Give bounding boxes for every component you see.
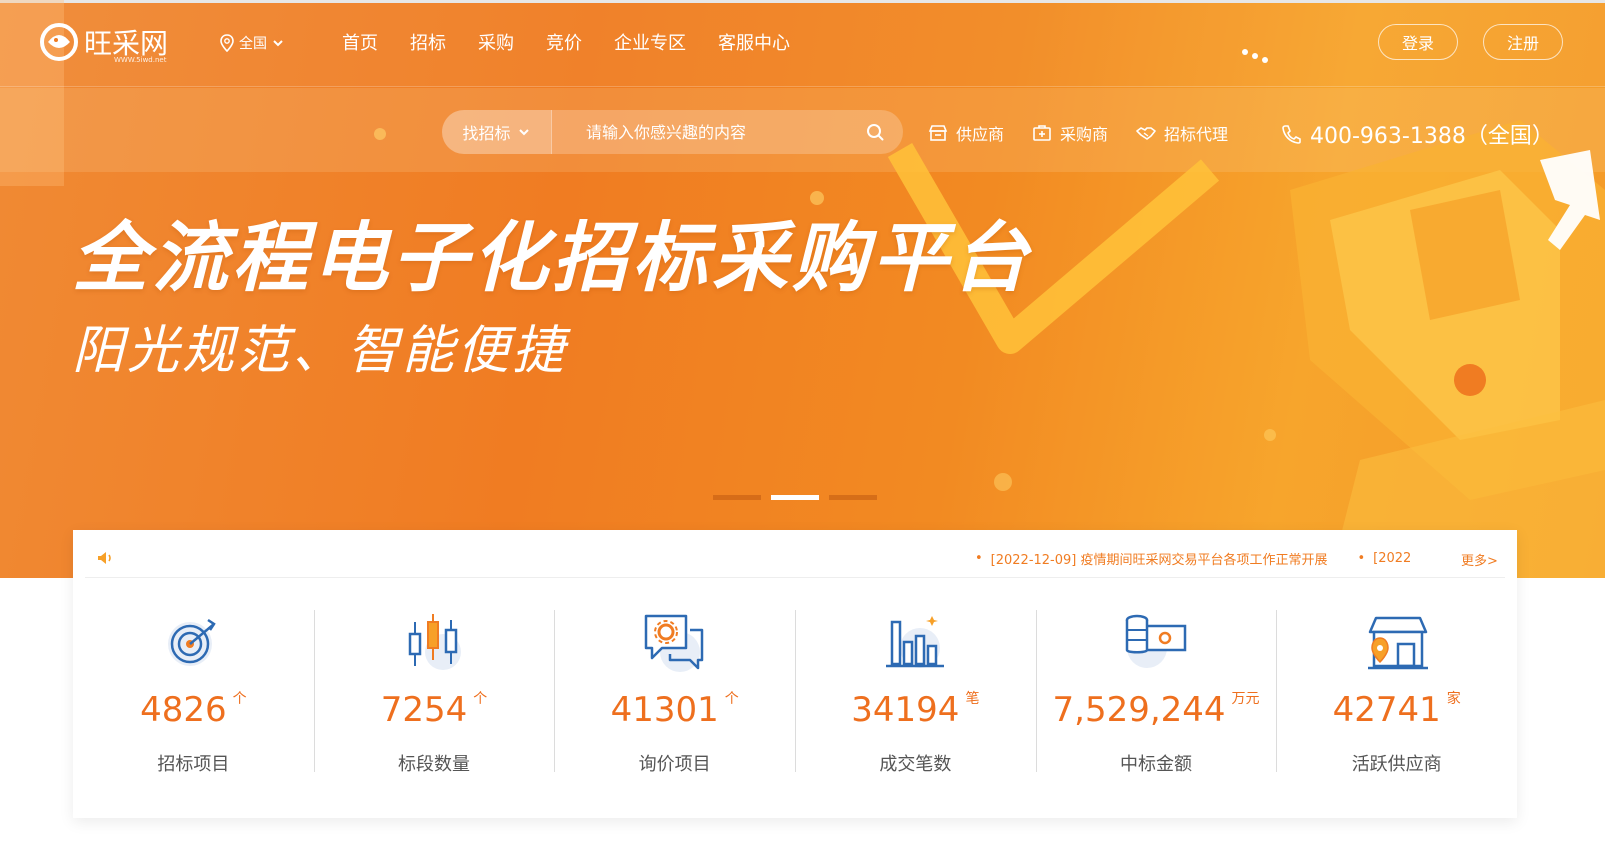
search-type-label: 找招标 [462,124,511,143]
stat-number: 42741 [1332,690,1441,730]
stat-active-suppliers[interactable]: 42741 家 活跃供应商 [1276,590,1517,790]
nav-bidding[interactable]: 竞价 [546,29,582,55]
hotline-number: 400-963-1388（全国） [1310,124,1554,149]
register-button[interactable]: 注册 [1483,24,1563,60]
location-pin-icon [220,34,234,52]
nav-enterprise[interactable]: 企业专区 [614,29,686,55]
chat-gear-icon [644,614,703,672]
quick-link-label: 招标代理 [1164,125,1229,144]
main-nav: 首页 招标 采购 竞价 企业专区 客服中心 [342,29,822,55]
page: 旺采网 WWW.5iwd.net 全国 首页 招标 采购 竞价 企业专区 客服中… [0,0,1605,866]
stat-value: 34194 笔 [851,690,979,730]
notice-ticker: [2022-12-09] 疫情期间旺采网交易平台各项工作正常开展 [2022 [975,538,1431,578]
search-icon [867,124,884,141]
quick-link-supplier[interactable]: 供应商 [928,121,1004,145]
stat-label: 招标项目 [157,754,230,775]
stat-number: 7254 [380,690,468,730]
speaker-icon [98,551,111,564]
carousel-dot-2[interactable] [771,495,819,500]
stat-label: 询价项目 [638,754,711,775]
quick-link-purchaser[interactable]: 采购商 [1032,121,1108,145]
purchase-icon [1033,125,1051,141]
stat-label: 标段数量 [398,754,470,775]
region-selector[interactable]: 全国 [219,33,285,53]
stat-inquiry-projects[interactable]: 41301 个 询价项目 [554,590,795,790]
chevron-down-icon [518,129,529,136]
stat-value: 7254 个 [381,690,488,730]
stat-value: 4826 个 [140,690,247,730]
login-button[interactable]: 登录 [1378,24,1458,60]
stat-number: 7,529,244 [1052,690,1226,730]
stat-unit: 笔 [965,691,980,707]
quick-link-label: 采购商 [1060,125,1109,144]
hotline: 400-963-1388（全国） [1280,118,1554,150]
search-input[interactable] [552,110,847,154]
stat-label: 中标金额 [1120,754,1193,775]
search-type-dropdown[interactable]: 找招标 [442,110,552,154]
nav-purchase[interactable]: 采购 [478,29,514,55]
stat-number: 41301 [610,690,719,730]
stat-unit: 家 [1446,691,1461,707]
notice-item[interactable]: [2022 [1358,551,1411,566]
chevron-down-icon [273,40,283,47]
nav-service[interactable]: 客服中心 [718,29,790,55]
search-button[interactable] [847,110,903,154]
phone-icon [1282,125,1301,144]
stat-number: 34194 [851,690,960,730]
search-bar: 找招标 [442,110,903,154]
bar-chart-icon [886,616,945,668]
notice-bar: [2022-12-09] 疫情期间旺采网交易平台各项工作正常开展 [2022 更… [85,538,1505,578]
money-icon [1125,614,1187,668]
stat-unit: 个 [232,691,247,707]
hero-banner: 旺采网 WWW.5iwd.net 全国 首页 招标 采购 竞价 企业专区 客服中… [0,0,1605,578]
carousel-dot-1[interactable] [713,495,761,500]
stat-label: 活跃供应商 [1351,754,1442,775]
stats-row: 4826 个 招标项目 7254 个 标段数量 41301 个 询价项目 341… [73,590,1517,790]
stat-value: 41301 个 [611,690,739,730]
quick-link-label: 供应商 [956,125,1005,144]
site-logo[interactable]: 旺采网 WWW.5iwd.net [36,22,168,64]
nav-home[interactable]: 首页 [342,29,378,55]
stat-value: 7,529,244 万元 [1053,690,1260,730]
hero-title: 全流程电子化招标采购平台 [72,213,1032,302]
hero-subtitle: 阳光规范、智能便捷 [72,321,568,381]
carousel-dot-3[interactable] [829,495,877,500]
stat-unit: 万元 [1231,691,1260,707]
notice-more-link[interactable]: 更多> [1461,550,1498,569]
candlestick-icon [408,614,461,670]
stat-unit: 个 [724,691,739,707]
stats-card: [2022-12-09] 疫情期间旺采网交易平台各项工作正常开展 [2022 更… [73,530,1517,818]
nav-tender[interactable]: 招标 [410,29,446,55]
target-icon [168,618,217,666]
stat-label: 成交笔数 [879,754,952,775]
stat-lot-count[interactable]: 7254 个 标段数量 [313,590,555,790]
stat-unit: 个 [473,691,488,707]
notice-item[interactable]: [2022-12-09] 疫情期间旺采网交易平台各项工作正常开展 [975,549,1328,568]
store-icon [1367,616,1428,670]
stat-value: 42741 家 [1333,690,1461,730]
handshake-icon [1136,127,1156,140]
stat-number: 4826 [140,690,227,730]
shop-icon [928,125,948,141]
stat-tender-projects[interactable]: 4826 个 招标项目 [73,590,314,790]
region-label: 全国 [239,36,267,52]
quick-link-agent[interactable]: 招标代理 [1136,121,1228,145]
stat-award-amount[interactable]: 7,529,244 万元 中标金额 [1035,590,1277,790]
logo-subtext: WWW.5iwd.net [114,56,167,64]
carousel-indicators [713,495,877,500]
stat-deal-count[interactable]: 34194 笔 成交笔数 [795,590,1036,790]
logo-mark-icon [40,23,78,61]
